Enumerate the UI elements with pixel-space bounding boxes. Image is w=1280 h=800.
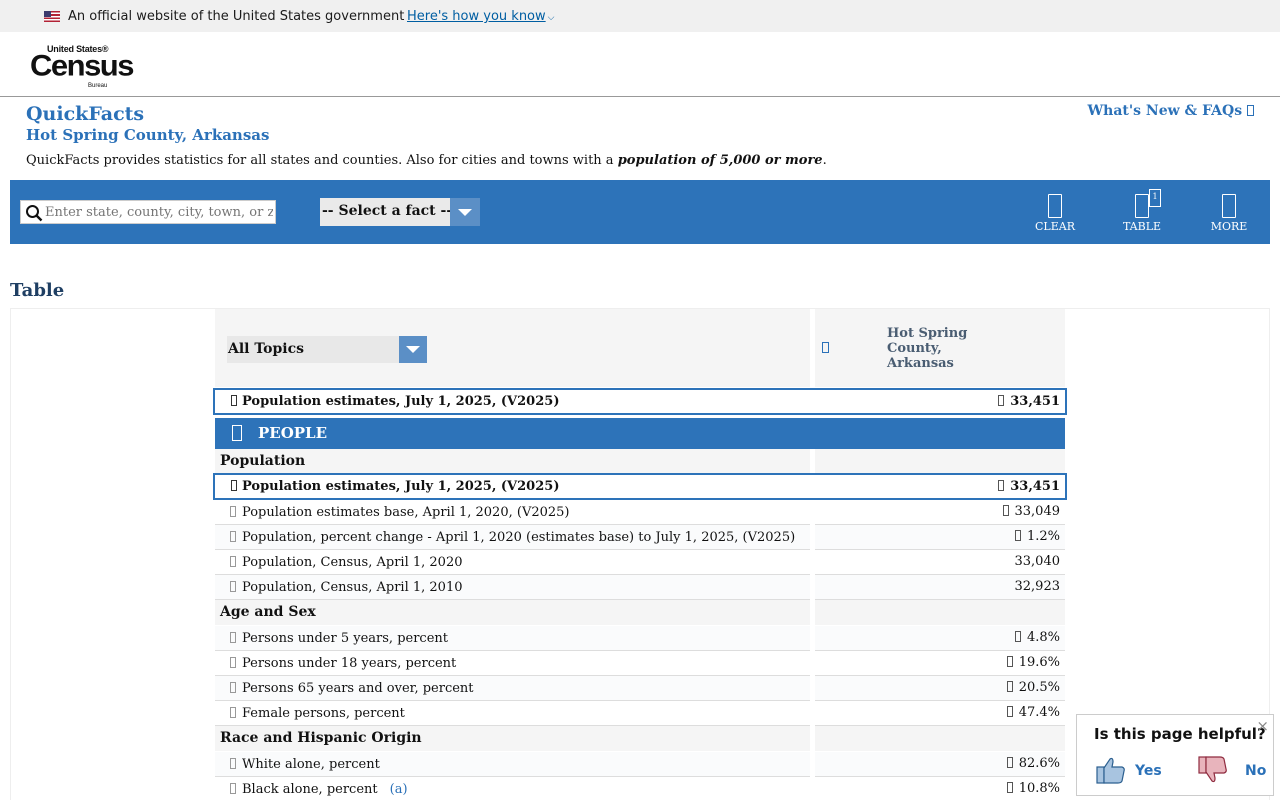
table-row[interactable]: Population, percent change - April 1, 20… [215,525,1065,550]
table-icon [1135,194,1149,218]
value-note-icon [998,480,1005,491]
page-description: QuickFacts provides statistics for all s… [26,153,827,168]
dropdown-arrow-icon [399,336,427,363]
value-note-icon [1014,631,1021,642]
search-icon [26,205,43,222]
info-icon [230,707,236,718]
table-count-badge: 1 [1149,189,1161,207]
close-icon[interactable]: × [1256,717,1269,735]
value-note-icon [1006,782,1013,793]
thumbs-down-icon [1198,756,1227,783]
table-row[interactable]: Black alone, percent (a) 10.8% [215,777,1065,800]
feedback-no-button[interactable]: No [1197,755,1271,787]
location-column-name: Hot Spring County, Arkansas [887,326,968,371]
people-icon [232,425,242,441]
feedback-yes-button[interactable]: Yes [1095,755,1175,787]
table-row[interactable]: Population estimates base, April 1, 2020… [215,500,1065,525]
toolbar: -- Select a fact -- CLEAR 1 TABLE MORE [10,180,1270,244]
table-row[interactable]: Population, Census, April 1, 2010 32,923 [215,575,1065,600]
thumbs-up-icon [1096,757,1125,784]
location-title: Hot Spring County, Arkansas [26,126,270,144]
highlighted-fact-row[interactable]: Population estimates, July 1, 2025, (V20… [213,388,1067,415]
chevron-down-icon: ⌵ [547,13,555,23]
info-icon [231,480,237,491]
topics-header: All Topics [215,309,810,387]
external-icon [1247,105,1254,116]
group-row-age-sex: Age and Sex [215,600,1065,625]
info-icon [230,581,236,592]
value-note-icon [1006,706,1013,717]
info-icon [231,395,237,406]
table-button[interactable]: 1 TABLE [1112,189,1172,234]
more-button[interactable]: MORE [1199,194,1259,234]
info-icon [230,682,236,693]
census-logo[interactable]: United States® Census Bureau [30,44,134,90]
remove-location-icon[interactable] [822,342,829,353]
people-section-header[interactable]: PEOPLE [215,418,1065,449]
more-icon [1222,194,1236,218]
info-icon [230,657,236,668]
group-row-population: Population [215,449,1065,474]
table-row[interactable]: Persons 65 years and over, percent 20.5% [215,676,1065,701]
table-row[interactable]: Persons under 18 years, percent 19.6% [215,651,1065,676]
us-flag-icon [44,11,60,22]
highlighted-fact-row[interactable]: Population estimates, July 1, 2025, (V20… [213,473,1067,500]
info-icon [230,506,236,517]
gov-banner-text: An official website of the United States… [68,9,405,24]
search-input[interactable] [45,203,273,222]
feedback-widget: Is this page helpful? × Yes No [1076,714,1274,796]
search-box [20,200,276,224]
value-note-icon [1006,757,1013,768]
value-note-icon [1002,505,1009,516]
table-heading: Table [10,280,65,301]
topics-dropdown[interactable]: All Topics [227,336,427,363]
table-row[interactable]: White alone, percent 82.6% [215,752,1065,777]
clear-button[interactable]: CLEAR [1025,194,1085,234]
whats-new-link[interactable]: What's New & FAQs [1087,103,1254,119]
value-note-icon [1014,530,1021,541]
info-icon [230,783,236,794]
value-note-icon [998,395,1005,406]
table-row[interactable]: Female persons, percent 47.4% [215,701,1065,726]
feedback-question: Is this page helpful? [1094,725,1266,743]
group-row-race: Race and Hispanic Origin [215,726,1065,751]
info-icon [230,556,236,567]
value-note-icon [1006,681,1013,692]
dropdown-arrow-icon [450,198,480,226]
clear-icon [1048,194,1062,218]
value-note-icon [1006,656,1013,667]
footnote-link[interactable]: (a) [390,782,408,797]
gov-banner: An official website of the United States… [0,0,1280,32]
info-icon [230,758,236,769]
table-row[interactable]: Persons under 5 years, percent 4.8% [215,626,1065,651]
select-fact-dropdown[interactable]: -- Select a fact -- [320,198,480,226]
page-title: QuickFacts [26,103,145,125]
info-icon [230,632,236,643]
heres-how-you-know-link[interactable]: Here's how you know ⌵ [407,9,554,24]
site-header: United States® Census Bureau [0,32,1280,97]
table-row[interactable]: Population, Census, April 1, 2020 33,040 [215,550,1065,575]
info-icon [230,531,236,542]
location-column-header: Hot Spring County, Arkansas [815,309,1065,387]
